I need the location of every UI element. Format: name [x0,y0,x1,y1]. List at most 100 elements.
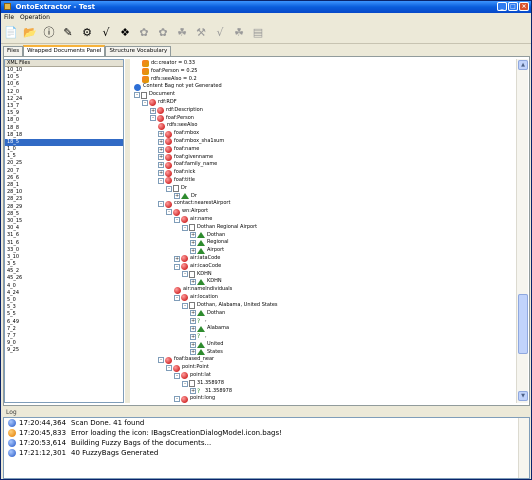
tab-structure-vocabulary[interactable]: Structure Vocabulary [105,46,172,56]
tree-node[interactable]: + Dothan [190,232,225,240]
collapse-icon[interactable]: - [166,365,172,372]
scroll-up-arrow-icon[interactable]: ▲ [518,60,528,70]
collapse-icon[interactable]: - [158,177,164,184]
file-list-item[interactable]: 10_6 [5,81,123,88]
expand-icon[interactable]: + [190,333,196,340]
expand-icon[interactable]: + [190,232,196,239]
tree-node[interactable]: - KDHN [182,271,212,279]
tree-node[interactable]: - rdf:RDF [142,99,177,107]
file-list-item[interactable]: 30_4 [5,225,123,232]
edit-icon[interactable]: ✎ [60,25,76,41]
file-list-item[interactable]: 3_10 [5,254,123,261]
file-list-item[interactable]: 10_5 [5,74,123,81]
tree-node[interactable]: + foaf:givenname [158,154,213,162]
tree-node[interactable]: + foaf:nick [158,169,195,177]
file-list-item[interactable]: 5_5 [5,311,123,318]
tab-wrapped-documents[interactable]: Wrapped Documents Panel [23,45,106,56]
tree-node[interactable]: + air:iataCode [174,255,220,263]
log-scrollbar[interactable] [518,418,529,478]
tree-scrollbar[interactable]: ▲ ▼ [516,59,528,403]
new-icon[interactable]: 📄 [3,25,19,41]
tree-node[interactable]: - air:name [174,216,212,224]
sqrt-icon[interactable]: √ [98,25,114,41]
file-list-item[interactable]: 28_29 [5,204,123,211]
collapse-icon[interactable]: - [150,115,156,122]
document-tree[interactable]: dc:creator = 0.33 foaf:Person = 0.25 rdfs:… [130,59,516,403]
expand-icon[interactable]: + [190,318,196,325]
expand-icon[interactable]: + [150,107,156,114]
sqrt2-icon[interactable]: √ [212,25,228,41]
file-list-item[interactable]: 45_2 [5,268,123,275]
tree-node[interactable]: + rdf:Description [150,107,203,115]
file-list-item[interactable]: 26_6 [5,175,123,182]
tree-node[interactable]: - Dothan Regional Airport [182,224,257,232]
file-list-item[interactable]: 10_10 [5,67,123,74]
collapse-icon[interactable]: - [174,396,180,403]
tree-node[interactable]: - wn:Airport [166,208,208,216]
file-list-item[interactable]: 31_6 [5,240,123,247]
group2-icon[interactable]: ☘ [231,25,247,41]
file-list-item[interactable]: 18_0 [5,117,123,124]
file-list-item[interactable]: 6_49 [5,319,123,326]
file-list-item[interactable]: 4_24 [5,290,123,297]
expand-icon[interactable]: + [158,138,164,145]
bag-icon[interactable]: ⚙ [79,25,95,41]
collapse-icon[interactable]: - [134,92,140,99]
scroll-thumb[interactable] [518,294,528,354]
log-pane[interactable]: 17:20:44,364 Scan Done. 41 found 17:20:45,… [3,417,530,479]
tree-node[interactable]: - air:icaoCode [174,263,221,271]
collapse-icon[interactable]: - [166,185,172,192]
collapse-icon[interactable]: - [182,224,188,231]
file-list-item[interactable]: 3_5 [5,261,123,268]
tree-node[interactable]: rdfs:seeAlso = 0.2 [142,76,197,84]
file-list-item[interactable]: 28_10 [5,189,123,196]
collapse-icon[interactable]: - [174,294,180,301]
tree-node[interactable]: + Dothan [190,310,225,318]
file-list-item[interactable]: 18_18 [5,132,123,139]
file-list-item[interactable]: 18_8 [5,125,123,132]
tree-node[interactable]: + States [190,349,223,357]
expand-icon[interactable]: + [174,255,180,262]
tree-node[interactable]: - foaf:title [158,177,195,185]
collapse-icon[interactable]: - [182,271,188,278]
expand-icon[interactable]: + [190,248,196,255]
file-list-item[interactable]: 9_0 [5,340,123,347]
file-list-item[interactable]: 4_0 [5,283,123,290]
tree-node[interactable]: Content Bag not yet Generated [134,83,222,91]
collapse-icon[interactable]: - [158,201,164,208]
tree-node[interactable]: +? 31.358978 [190,388,232,396]
tree-node[interactable]: - point:long [174,395,215,403]
tree-node[interactable]: + United [190,341,223,349]
tree-node[interactable]: +?, [190,317,207,325]
tree-node[interactable]: - foaf:based_near [158,356,214,364]
tree-node[interactable]: - point:Point [166,364,209,372]
file-list-item[interactable]: 15_9 [5,110,123,117]
expand-icon[interactable]: + [158,131,164,138]
file-list-item[interactable]: 20_7 [5,168,123,175]
expand-icon[interactable]: + [190,341,196,348]
expand-icon[interactable]: + [158,170,164,177]
file-list-item[interactable]: 7_7 [5,333,123,340]
expand-icon[interactable]: + [190,349,196,356]
tree-node[interactable]: - 31.358978 [182,380,224,388]
open-icon[interactable]: 📂 [22,25,38,41]
tree-node[interactable]: + foaf:mbox [158,130,199,138]
tree-node[interactable]: + foaf:name [158,146,199,154]
file-list-item[interactable]: 12_24 [5,96,123,103]
file-list-item[interactable]: 28_1 [5,182,123,189]
expand-icon[interactable]: + [190,388,196,395]
info-icon[interactable]: ⓘ [41,25,57,41]
tree-node[interactable]: - foaf:Person [150,115,194,123]
file-list-item[interactable]: 5_3 [5,304,123,311]
menu-file[interactable]: File [4,13,14,22]
tree-node[interactable]: + foaf:mbox_sha1sum [158,138,224,146]
menu-operation[interactable]: Operation [20,13,50,22]
expand-icon[interactable]: + [174,193,180,200]
tree-node[interactable]: - air:location [174,294,218,302]
file-list-item[interactable]: 28_23 [5,196,123,203]
list-icon[interactable]: ▤ [250,25,266,41]
tool-icon[interactable]: ⚒ [193,25,209,41]
tree-node[interactable]: foaf:Person = 0.25 [142,68,197,76]
tree-node[interactable]: + KDHN [190,278,222,286]
collapse-icon[interactable]: - [166,209,172,216]
